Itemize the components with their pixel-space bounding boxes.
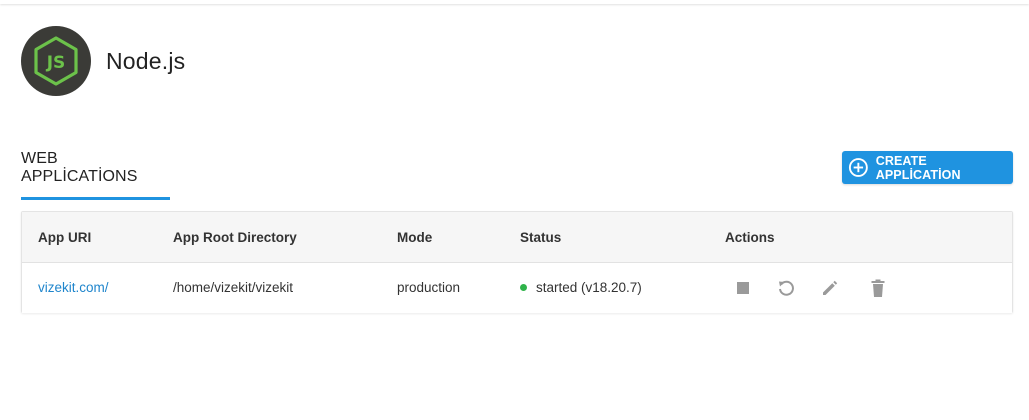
app-header: JS Node.js [21, 26, 185, 96]
header-mode: Mode [397, 230, 433, 245]
app-mode: production [397, 280, 461, 295]
status-text: started (v18.20.7) [536, 280, 642, 295]
table-row: vizekit.com/ /home/vizekit/vizekit produ… [22, 263, 1012, 313]
app-status: started (v18.20.7) [520, 280, 642, 295]
restart-icon[interactable] [776, 278, 796, 298]
applications-table: App URI App Root Directory Mode Status A… [21, 211, 1013, 313]
page-title: Node.js [106, 47, 186, 74]
status-dot-icon [520, 284, 527, 291]
header-status: Status [520, 230, 562, 245]
table-header: App URI App Root Directory Mode Status A… [22, 212, 1012, 263]
nodejs-logo-icon: JS [21, 26, 91, 96]
app-root-directory: /home/vizekit/vizekit [173, 280, 294, 295]
edit-icon[interactable] [820, 278, 840, 298]
tab-web-applications[interactable]: WEB APPLİCATİONS [21, 150, 170, 200]
header-app-uri: App URI [38, 230, 92, 245]
stop-icon[interactable] [733, 278, 753, 298]
trash-icon[interactable] [868, 278, 888, 298]
header-actions: Actions [725, 230, 775, 245]
plus-circle-icon [848, 158, 868, 177]
create-application-label: CREATE APPLİCATİON [875, 153, 961, 182]
svg-text:JS: JS [46, 53, 66, 73]
top-bar [0, 0, 1029, 4]
app-uri-link[interactable]: vizekit.com/ [38, 280, 109, 295]
create-application-button[interactable]: CREATE APPLİCATİON [842, 151, 1013, 184]
header-app-root-directory: App Root Directory [173, 230, 297, 245]
